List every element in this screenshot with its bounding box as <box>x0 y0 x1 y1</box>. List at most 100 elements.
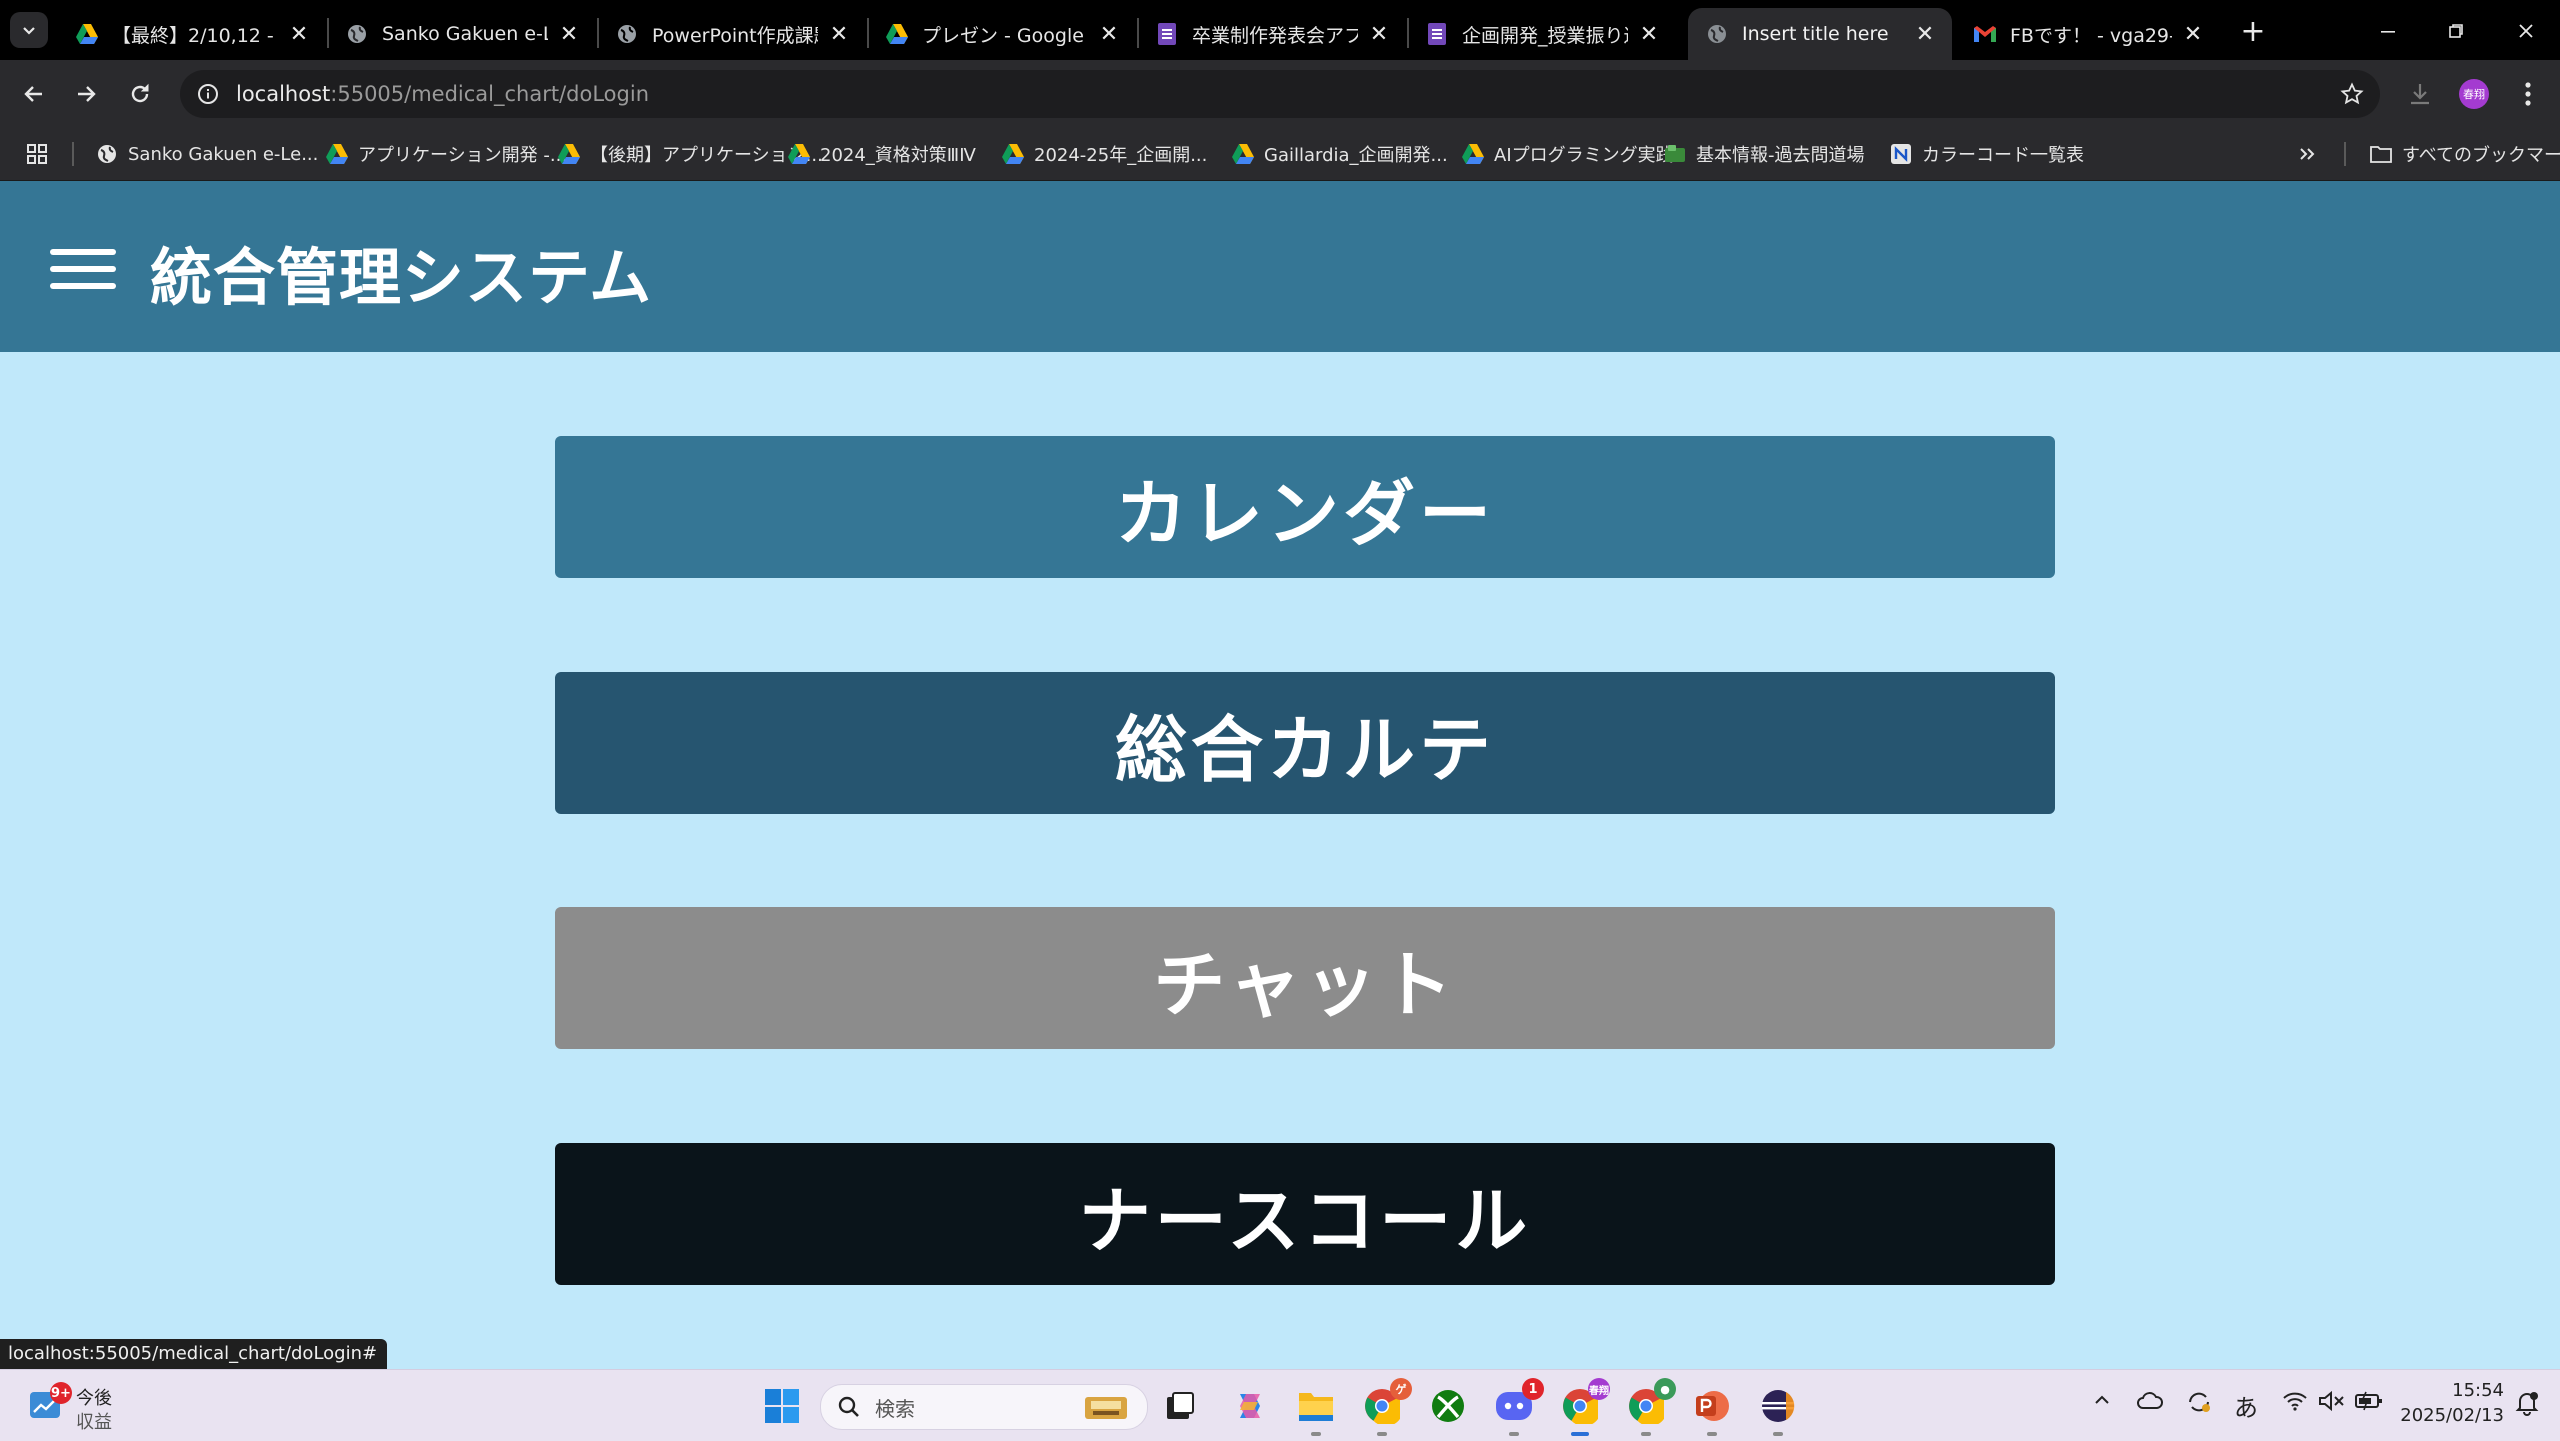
bookmark-label: 基本情報-過去問道場 <box>1696 145 1865 166</box>
bookmark-item[interactable]: Gaillardia_企画開発... <box>1232 128 1448 180</box>
bookmark-star-icon[interactable] <box>2340 82 2364 106</box>
widget-subtitle: 収益 <box>76 1412 112 1433</box>
copilot-icon[interactable] <box>1226 1382 1274 1430</box>
google-drive-icon <box>1002 143 1024 165</box>
back-button[interactable] <box>14 74 54 114</box>
minimize-button[interactable] <box>2368 14 2408 48</box>
tab-close-icon[interactable]: ✕ <box>826 21 852 47</box>
tab-close-icon[interactable]: ✕ <box>1096 21 1122 47</box>
browser-tab[interactable]: FBです！ - vga29-pc ✕ <box>1956 8 2220 60</box>
bookmark-item[interactable]: カラーコード一覧表 <box>1890 128 2084 180</box>
tab-close-icon[interactable]: ✕ <box>556 21 582 47</box>
task-view-icon[interactable] <box>1156 1382 1204 1430</box>
browser-tab[interactable]: 【最終】2/10,12 - Goo ✕ <box>58 8 326 60</box>
start-button[interactable] <box>758 1382 806 1430</box>
chrome-icon[interactable]: ゲ <box>1358 1378 1412 1436</box>
sync-icon[interactable] <box>2186 1390 2212 1420</box>
nurse-call-button[interactable]: ナースコール <box>555 1143 2055 1285</box>
globe-icon <box>1706 23 1728 45</box>
chat-button[interactable]: チャット <box>555 907 2055 1049</box>
calendar-button[interactable]: カレンダー <box>555 436 2055 578</box>
calendar-button-label: カレンダー <box>1114 471 1495 556</box>
folder-icon <box>2370 143 2392 165</box>
browser-tab[interactable]: PowerPoint作成課題 ✕ <box>598 8 866 60</box>
battery-icon[interactable] <box>2354 1390 2384 1418</box>
profile-avatar[interactable]: 春翔 <box>2459 79 2489 109</box>
bookmark-item[interactable]: 2024_資格対策ⅢⅣ <box>788 128 976 180</box>
globe-icon <box>96 143 118 165</box>
xbox-icon[interactable] <box>1424 1382 1472 1430</box>
close-icon <box>2519 24 2533 38</box>
address-bar[interactable]: localhost:55005/medical_chart/doLogin <box>180 70 2380 118</box>
discord-icon[interactable]: 1 <box>1490 1378 1544 1436</box>
browser-tab[interactable]: プレゼン - Google ドラ ✕ <box>868 8 1136 60</box>
google-drive-icon <box>788 143 810 165</box>
clock[interactable]: 15:54 2025/02/13 <box>2392 1380 2504 1430</box>
reload-button[interactable] <box>120 74 160 114</box>
chrome-profile-icon[interactable]: 春翔 <box>1556 1378 1610 1436</box>
powerpoint-icon[interactable] <box>1688 1382 1736 1436</box>
eclipse-icon[interactable] <box>1754 1382 1802 1436</box>
stock-chart-icon: 9+ <box>28 1382 72 1422</box>
site-info-icon[interactable] <box>196 82 220 106</box>
bookmark-item[interactable]: 2024-25年_企画開... <box>1002 128 1207 180</box>
medical-chart-button-label: 総合カルテ <box>1114 707 1495 792</box>
close-window-button[interactable] <box>2506 14 2546 48</box>
discord-badge: 1 <box>1522 1378 1544 1400</box>
bookmark-label: AIプログラミング実践 <box>1494 145 1674 166</box>
bookmark-item[interactable]: アプリケーション開発 -... <box>326 128 567 180</box>
chrome-alt-icon[interactable]: ● <box>1622 1378 1676 1436</box>
weather-widget[interactable]: 9+ 今後 収益 <box>28 1380 148 1433</box>
tab-search-button[interactable] <box>10 12 48 48</box>
tab-close-icon[interactable]: ✕ <box>1366 21 1392 47</box>
bookmark-item[interactable]: 基本情報-過去問道場 <box>1664 128 1865 180</box>
all-bookmarks-button[interactable]: すべてのブックマーク <box>2370 128 2560 180</box>
ime-indicator[interactable]: あ <box>2234 1388 2258 1423</box>
chevron-down-icon <box>23 27 35 35</box>
tab-close-icon[interactable]: ✕ <box>2180 21 2206 47</box>
chevron-up-icon[interactable] <box>2092 1390 2112 1416</box>
speaker-muted-icon[interactable] <box>2318 1390 2346 1418</box>
bookmarks-overflow-button[interactable] <box>2298 128 2316 180</box>
bookmark-item[interactable]: Sanko Gakuen e-Le... <box>96 128 318 180</box>
tab-close-icon[interactable]: ✕ <box>1636 21 1662 47</box>
all-bookmarks-label: すべてのブックマーク <box>2402 145 2560 166</box>
bookmark-label: 2024-25年_企画開... <box>1034 145 1208 166</box>
download-icon[interactable] <box>2406 80 2434 108</box>
browser-tab[interactable]: 卒業制作発表会アフタ ✕ <box>1138 8 1406 60</box>
bookmark-label: Gaillardia_企画開発... <box>1264 145 1448 166</box>
google-forms-icon <box>1426 23 1448 45</box>
app-title: 統合管理システム <box>150 241 653 314</box>
browser-menu-button[interactable] <box>2516 78 2540 110</box>
onedrive-icon[interactable] <box>2136 1390 2164 1416</box>
file-explorer-icon[interactable] <box>1292 1382 1340 1436</box>
tab-close-icon[interactable]: ✕ <box>1912 21 1938 47</box>
tab-title: 卒業制作発表会アフタ <box>1192 24 1358 47</box>
globe-icon <box>346 23 368 45</box>
browser-tab[interactable]: Sanko Gakuen e-Lea ✕ <box>328 8 596 60</box>
windows-taskbar: 9+ 今後 収益 検索 ゲ 1 春翔 ● あ 15:54 2025/02/13 <box>0 1369 2560 1441</box>
app-header: 統合管理システム <box>0 181 2560 352</box>
tab-title: プレゼン - Google ドラ <box>922 24 1088 47</box>
forward-button[interactable] <box>66 74 106 114</box>
medical-chart-button[interactable]: 総合カルテ <box>555 672 2055 814</box>
taskbar-search-box[interactable]: 検索 <box>820 1384 1148 1430</box>
google-drive-icon <box>886 23 908 45</box>
bookmark-item[interactable]: AIプログラミング実践 <box>1462 128 1674 180</box>
chat-button-label: チャット <box>1153 942 1457 1027</box>
double-chevron-right-icon <box>2300 148 2315 160</box>
google-drive-icon <box>326 143 348 165</box>
bookmark-item[interactable]: 【後期】アプリケーション... <box>558 128 823 180</box>
hamburger-menu-icon[interactable] <box>50 249 116 289</box>
exam-site-icon <box>1664 143 1686 165</box>
new-tab-button[interactable]: + <box>2236 14 2270 49</box>
browser-tab[interactable]: 企画開発_授業振り返 ✕ <box>1408 8 1676 60</box>
apps-button[interactable] <box>26 128 48 180</box>
tab-close-icon[interactable]: ✕ <box>286 21 312 47</box>
gmail-icon <box>1974 23 1996 45</box>
restore-button[interactable] <box>2436 14 2476 48</box>
search-icon <box>838 1396 859 1417</box>
wifi-icon[interactable] <box>2282 1390 2308 1418</box>
browser-tab-active[interactable]: Insert title here ✕ <box>1688 8 1952 60</box>
notification-bell-icon[interactable] <box>2514 1390 2540 1422</box>
